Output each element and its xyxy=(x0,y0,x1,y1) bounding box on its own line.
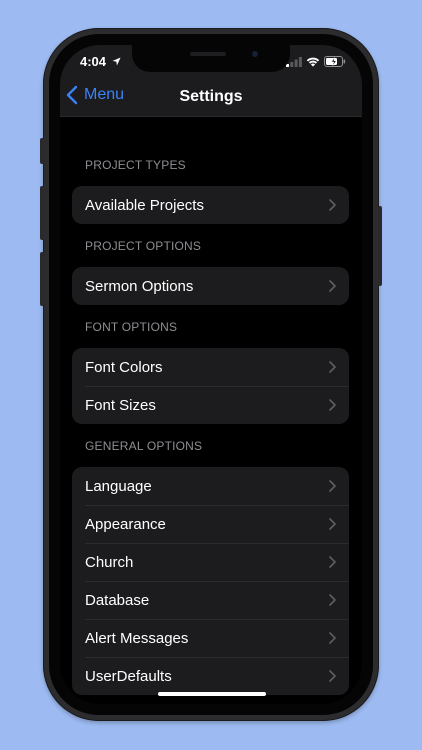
chevron-right-icon xyxy=(329,199,336,211)
notch xyxy=(132,45,290,72)
chevron-right-icon xyxy=(329,670,336,682)
chevron-right-icon xyxy=(329,518,336,530)
section-header-project-types: PROJECT TYPES xyxy=(85,158,186,172)
row-label: Language xyxy=(85,477,152,495)
volume-down-button xyxy=(40,252,44,306)
row-sermon-options[interactable]: Sermon Options xyxy=(72,267,349,305)
group-general-options: Language Appearance Church Database Aler… xyxy=(72,467,349,695)
chevron-right-icon xyxy=(329,556,336,568)
location-arrow-icon xyxy=(112,57,121,66)
row-alert-messages[interactable]: Alert Messages xyxy=(72,619,349,657)
battery-charging-icon xyxy=(324,56,346,67)
chevron-right-icon xyxy=(329,280,336,292)
status-time-text: 4:04 xyxy=(80,54,107,69)
chevron-right-icon xyxy=(329,594,336,606)
wifi-icon xyxy=(306,57,320,67)
section-header-project-options: PROJECT OPTIONS xyxy=(85,239,202,253)
row-label: Available Projects xyxy=(85,196,204,214)
chevron-right-icon xyxy=(329,480,336,492)
home-indicator[interactable] xyxy=(158,692,266,696)
chevron-right-icon xyxy=(329,361,336,373)
section-header-general-options: GENERAL OPTIONS xyxy=(85,439,203,453)
row-label: Database xyxy=(85,591,150,609)
section-header-font-options: FONT OPTIONS xyxy=(85,320,178,334)
page-title: Settings xyxy=(179,88,243,105)
volume-up-button xyxy=(40,186,44,240)
navigation-bar: Menu Settings xyxy=(60,79,362,117)
silent-switch xyxy=(40,138,44,164)
settings-list: PROJECT TYPES Available Projects PROJECT… xyxy=(60,117,362,704)
row-language[interactable]: Language xyxy=(72,467,349,505)
row-appearance[interactable]: Appearance xyxy=(72,505,349,543)
row-font-sizes[interactable]: Font Sizes xyxy=(72,386,349,424)
row-label: Church xyxy=(85,553,134,571)
row-font-colors[interactable]: Font Colors xyxy=(72,348,349,386)
row-label: Sermon Options xyxy=(85,277,194,295)
screen: 4:04 Menu Settings PROJECT TYPES Availab… xyxy=(60,45,362,704)
row-userdefaults[interactable]: UserDefaults xyxy=(72,657,349,695)
earpiece-speaker xyxy=(190,52,226,56)
row-database[interactable]: Database xyxy=(72,581,349,619)
group-project-types: Available Projects xyxy=(72,186,349,224)
row-label: Alert Messages xyxy=(85,629,189,647)
power-button xyxy=(378,206,382,286)
status-icons xyxy=(286,56,346,67)
group-font-options: Font Colors Font Sizes xyxy=(72,348,349,424)
chevron-right-icon xyxy=(329,399,336,411)
row-label: UserDefaults xyxy=(85,667,172,685)
row-church[interactable]: Church xyxy=(72,543,349,581)
group-project-options: Sermon Options xyxy=(72,267,349,305)
row-label: Font Colors xyxy=(85,358,163,376)
front-camera xyxy=(252,51,258,57)
row-label: Font Sizes xyxy=(85,396,156,414)
row-label: Appearance xyxy=(85,515,166,533)
chevron-right-icon xyxy=(329,632,336,644)
row-available-projects[interactable]: Available Projects xyxy=(72,186,349,224)
status-time: 4:04 xyxy=(80,54,121,69)
